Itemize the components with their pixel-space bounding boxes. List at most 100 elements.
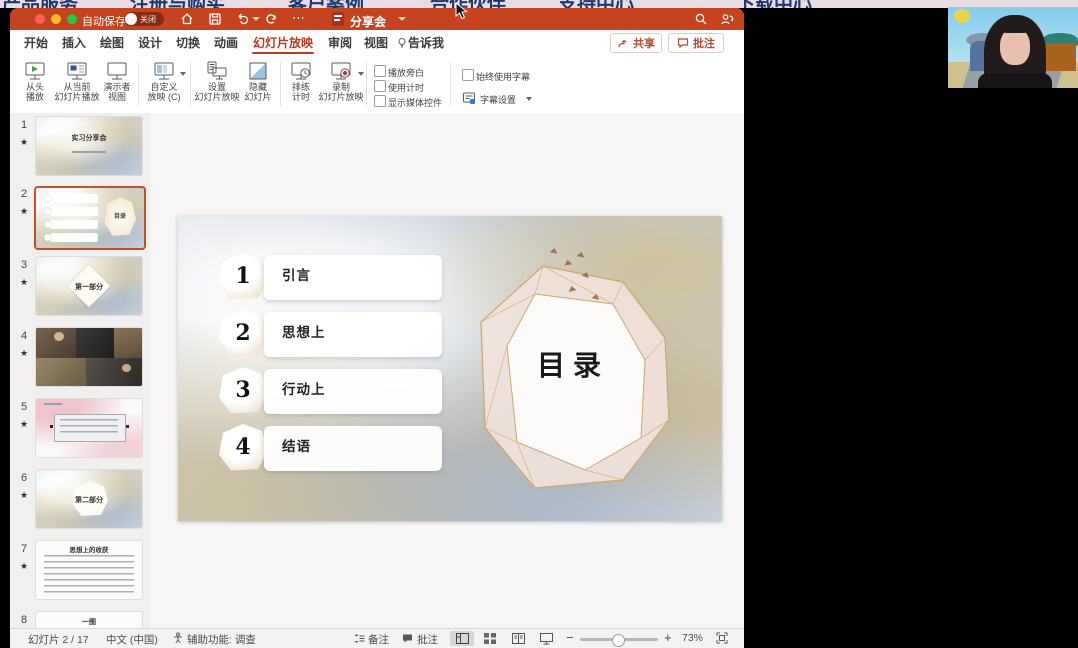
save-icon[interactable]	[208, 12, 222, 26]
slide-indicator: 幻灯片 2 / 17	[28, 632, 89, 647]
toc-number-gem-1[interactable]: 1	[218, 253, 268, 301]
tab-draw[interactable]: 绘图	[98, 30, 126, 56]
presenter-view-button[interactable]: 演示者 视图	[100, 60, 134, 110]
zoom-slider-knob[interactable]	[612, 634, 625, 647]
autosave-toggle[interactable]: 关闭	[124, 12, 164, 26]
toc-item-1[interactable]: 引言	[264, 255, 442, 300]
slide-thumbnail-6[interactable]: 第二部分	[36, 470, 142, 528]
animation-star-icon: ★	[16, 137, 32, 148]
toc-item-3[interactable]: 行动上	[264, 369, 442, 414]
language-indicator[interactable]: 中文 (中国)	[106, 632, 158, 647]
background-window-nav-strip: 产品服务 注册与购买 客户案例 合作伙伴 支持中心 下载中心	[0, 0, 1078, 8]
ribbon-slide-show: 从头 播放 从当前 幻灯片播放 演示者 视图 自定义 放映 (C) 设置 幻灯片…	[10, 56, 744, 114]
play-from-current-button[interactable]: 从当前 幻灯片播放	[54, 60, 100, 110]
thumb-number: 3	[16, 259, 32, 271]
powerpoint-file-icon	[332, 12, 344, 26]
redo-icon[interactable]	[264, 12, 278, 26]
slide-thumbnail-3[interactable]: 第一部分	[36, 257, 142, 315]
home-icon[interactable]	[180, 12, 194, 26]
comments-label: 批注	[693, 35, 715, 51]
tab-animations[interactable]: 动画	[212, 30, 240, 56]
subtitle-settings-label: 字幕设置	[480, 93, 516, 106]
lightbulb-icon	[396, 37, 408, 49]
slide-sorter-view-button[interactable]	[478, 631, 502, 646]
toc-number-gem-3[interactable]: 3	[218, 367, 268, 415]
titlebar: 自动保存 关闭 ⋯ 分享会	[10, 8, 744, 30]
undo-icon[interactable]	[236, 12, 250, 26]
tab-transitions[interactable]: 切换	[174, 30, 202, 56]
tab-slide-show[interactable]: 幻灯片放映	[250, 30, 316, 56]
ribbon-divider	[366, 62, 367, 106]
animation-star-icon: ★	[16, 277, 32, 288]
zoom-level[interactable]: 73%	[682, 632, 703, 644]
ribbon-divider	[138, 62, 139, 106]
always-use-subtitles-checkbox[interactable]	[462, 69, 474, 81]
toc-item-4[interactable]: 结语	[264, 426, 442, 471]
show-media-controls-checkbox[interactable]	[374, 95, 386, 107]
slide-thumbnail-2-selected[interactable]: 目录	[34, 186, 146, 250]
tab-review[interactable]: 审阅	[326, 30, 354, 56]
tab-design[interactable]: 设计	[136, 30, 164, 56]
maximize-button[interactable]	[67, 14, 77, 24]
close-button[interactable]	[35, 14, 45, 24]
more-commands-icon[interactable]: ⋯	[292, 10, 305, 26]
undo-chevron-icon[interactable]	[252, 17, 260, 21]
autosave-label: 自动保存	[82, 13, 126, 29]
statusbar: 幻灯片 2 / 17 中文 (中国) 辅助功能: 调查 备注 批注 − + 73…	[10, 628, 744, 648]
animation-star-icon: ★	[16, 419, 32, 430]
zoom-out-button[interactable]: −	[566, 630, 574, 645]
tab-tell-me[interactable]: 告诉我	[408, 30, 450, 56]
toc-number-gem-4[interactable]: 4	[218, 424, 268, 472]
thumb-number: 1	[16, 119, 32, 131]
fit-to-window-icon[interactable]	[716, 632, 728, 644]
document-title-chevron-icon[interactable]	[398, 17, 406, 21]
zoom-slider-track[interactable]	[580, 638, 658, 641]
play-from-start-button[interactable]: 从头 播放	[16, 60, 54, 110]
slide-thumbnail-4[interactable]	[36, 328, 142, 386]
notes-toggle[interactable]: 备注	[368, 632, 389, 647]
subtitle-settings-button[interactable]: 字幕设置	[462, 90, 542, 108]
search-icon[interactable]	[694, 12, 708, 26]
thumb1-subtitle-bar	[72, 151, 106, 153]
animation-star-icon: ★	[16, 348, 32, 359]
comments-toggle[interactable]: 批注	[417, 632, 438, 647]
play-from-start-icon	[24, 60, 46, 82]
contacts-icon[interactable]	[720, 12, 734, 26]
toc-title[interactable]: 目录	[508, 344, 638, 384]
use-timings-label: 使用计时	[388, 81, 424, 94]
setup-slide-show-button[interactable]: 设置 幻灯片放映	[194, 60, 240, 110]
normal-view-button[interactable]	[450, 631, 474, 646]
bird-decoration	[550, 247, 559, 254]
record-slide-show-button[interactable]: 录制 幻灯片放映	[318, 60, 364, 110]
tab-insert[interactable]: 插入	[60, 30, 88, 56]
bird-decoration	[577, 251, 586, 258]
slide-thumbnail-1[interactable]: 实习分享会	[36, 117, 142, 175]
webcam-video	[948, 7, 1078, 88]
custom-show-button[interactable]: 自定义 放映 (C)	[142, 60, 186, 110]
rehearse-timings-icon	[290, 60, 312, 82]
toc-number-gem-2[interactable]: 2	[218, 310, 268, 358]
accessibility-status[interactable]: 辅助功能: 调查	[187, 632, 256, 647]
slide-canvas[interactable]: 1 引言 2 思想上 3 行动上 4 结语 目录	[178, 216, 722, 521]
share-button[interactable]: 共享	[610, 33, 662, 53]
use-timings-checkbox[interactable]	[374, 80, 386, 92]
toc-item-2[interactable]: 思想上	[264, 312, 442, 357]
slide-thumbnail-8[interactable]: 一图	[36, 612, 142, 628]
zoom-in-button[interactable]: +	[664, 630, 672, 645]
slide-thumbnail-5[interactable]	[36, 399, 142, 457]
comments-button[interactable]: 批注	[668, 33, 724, 53]
tab-view[interactable]: 视图	[362, 30, 390, 56]
play-narrations-label: 播放旁白	[388, 66, 424, 79]
tab-home[interactable]: 开始	[22, 30, 50, 56]
reading-view-button[interactable]	[506, 631, 530, 646]
slideshow-view-button[interactable]	[534, 631, 558, 646]
thumb2-toc-gem: 目录	[104, 197, 136, 237]
slide-thumbnail-7[interactable]: 思想上的收获	[36, 541, 142, 599]
rehearse-timings-button[interactable]: 排练 计时	[284, 60, 318, 110]
animation-star-icon: ★	[16, 490, 32, 501]
hide-slide-button[interactable]: 隐藏 幻灯片	[240, 60, 276, 110]
bg-nav-item: 下载中心	[736, 0, 812, 8]
minimize-button[interactable]	[51, 14, 61, 24]
play-narrations-checkbox[interactable]	[374, 65, 386, 77]
document-title[interactable]: 分享会	[350, 13, 386, 30]
